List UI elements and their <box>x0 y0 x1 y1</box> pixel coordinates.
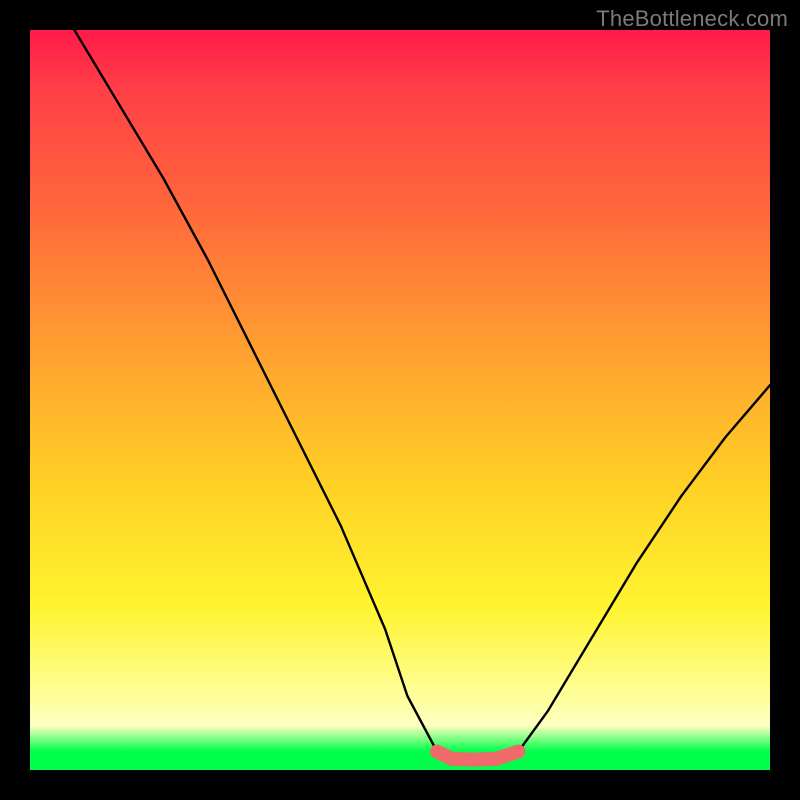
chart-svg <box>30 30 770 770</box>
bottom-highlight <box>437 752 518 760</box>
plot-area <box>30 30 770 770</box>
chart-frame: TheBottleneck.com <box>0 0 800 800</box>
watermark-text: TheBottleneck.com <box>596 6 788 32</box>
main-curve <box>74 30 770 760</box>
